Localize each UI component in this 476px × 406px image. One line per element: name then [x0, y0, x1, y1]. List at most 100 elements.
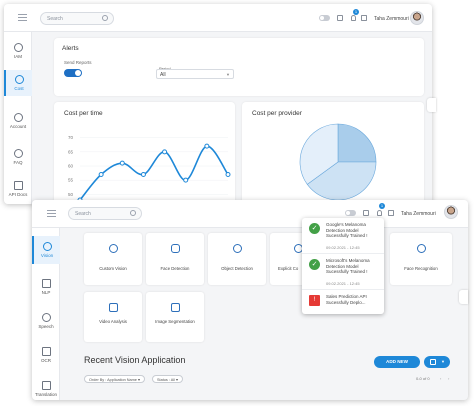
notification-item[interactable]: ✓ Microsoft's Melanoma Detection Model S…	[302, 254, 384, 290]
notification-item[interactable]: ! Sales Prediction API Sucessfully Deplo…	[302, 290, 384, 314]
order-by-filter[interactable]: Order By : Application Name ▾	[84, 375, 145, 383]
nav-cost[interactable]: Cost	[4, 70, 32, 96]
data-point	[183, 177, 189, 183]
tile-label: Video Analysis	[99, 319, 127, 324]
notification-time: 09.02.2021 - 12:45	[326, 245, 360, 250]
nav-label: OCR	[41, 358, 51, 363]
nav-label: API Docs	[8, 192, 28, 197]
tile-custom-vision[interactable]: Custom Vision	[84, 233, 142, 285]
notification-item[interactable]: ✓ Google's Melanoma Detection Model Suce…	[302, 218, 384, 254]
menu-icon[interactable]	[47, 210, 56, 217]
search-input[interactable]: Search	[40, 12, 114, 25]
tile-label: Face Recognition	[404, 266, 438, 271]
nav-speech[interactable]: Speech	[32, 310, 60, 334]
tile-video-analysis[interactable]: Video Analysis	[84, 292, 142, 342]
nav-label: IAM	[13, 54, 22, 59]
side-panel-tab[interactable]	[427, 98, 436, 112]
status-filter[interactable]: Status : All ▾	[152, 375, 183, 383]
data-point	[162, 149, 168, 155]
data-point	[98, 172, 104, 177]
eye-icon	[108, 244, 118, 253]
recent-vision-title: Recent Vision Application	[84, 355, 186, 365]
check-circle-icon: ✓	[309, 259, 320, 270]
tile-face-detection[interactable]: Face Detection	[146, 233, 204, 285]
menu-icon[interactable]	[18, 14, 27, 21]
tile-image-segmentation[interactable]: Image Segmentation	[146, 292, 204, 342]
nav-ocr[interactable]: OCR	[32, 344, 60, 368]
view-toggle-button[interactable]: ▼	[424, 356, 450, 368]
tile-label: Custom Vision	[99, 266, 127, 271]
grid-view-icon	[430, 359, 436, 365]
alerts-card: Alerts Send Reports Period All ▼	[54, 38, 424, 96]
theme-toggle[interactable]	[345, 210, 356, 216]
fullscreen-icon[interactable]	[388, 210, 394, 216]
bell-icon[interactable]	[377, 210, 382, 216]
vision-window: Search 1 Taha Zemmouri Vision NLP Speech…	[32, 200, 468, 400]
avatar[interactable]	[444, 205, 458, 219]
person-icon	[170, 244, 180, 253]
document-icon	[13, 181, 23, 190]
send-reports-label: Send Reports	[64, 60, 92, 65]
scan-icon	[41, 347, 51, 356]
refresh-icon	[232, 244, 242, 253]
search-input[interactable]: Search	[68, 207, 142, 220]
nav-translation[interactable]: Translation	[32, 378, 60, 400]
tile-face-recognition[interactable]: Face Recognition	[390, 233, 452, 285]
nav-nlp[interactable]: NLP	[32, 276, 60, 300]
cost-per-time-card: Cost per time 70 65 60 55 50	[54, 102, 235, 204]
period-select[interactable]: All ▼	[156, 69, 234, 79]
search-icon	[130, 210, 136, 216]
avatar[interactable]	[410, 11, 424, 25]
video-icon	[108, 303, 118, 312]
next-page-icon[interactable]: ›	[448, 376, 449, 381]
y-tick-label: 50	[68, 192, 74, 197]
cost-per-provider-card: Cost per provider	[242, 102, 424, 204]
user-name: Taha Zemmouri	[401, 211, 436, 217]
user-name: Taha Zemmouri	[374, 16, 409, 22]
add-new-button[interactable]: ADD NEW	[374, 356, 420, 368]
search-placeholder: Search	[47, 16, 63, 22]
notification-text: Google's Melanoma Detection Model Sucess…	[326, 222, 368, 239]
nav-iam[interactable]: IAM	[4, 40, 32, 64]
nav-vision[interactable]: Vision	[32, 236, 60, 264]
speaker-icon	[41, 313, 51, 322]
gear-icon	[13, 113, 23, 122]
side-panel-tab[interactable]	[459, 290, 468, 304]
warning-icon: !	[309, 295, 320, 306]
nav-label: Translation	[34, 392, 58, 397]
data-point	[204, 143, 210, 149]
notification-text: Sales Prediction API Sucessfully Deplo..…	[326, 294, 367, 305]
y-tick-label: 70	[68, 135, 74, 140]
theme-toggle[interactable]	[319, 15, 330, 21]
nav-label: FAQ	[13, 160, 23, 165]
cost-dashboard-window: Search 1 Taha Zemmouri IAM Cost Account …	[4, 4, 432, 204]
sidebar: IAM Cost Account FAQ API Docs	[4, 32, 32, 204]
translate-icon	[41, 381, 51, 390]
cost-per-time-chart: 70 65 60 55 50	[68, 135, 231, 203]
notifications-dropdown: ✓ Google's Melanoma Detection Model Suce…	[302, 218, 384, 314]
tile-label: Image Segmentation	[155, 319, 195, 324]
send-reports-switch[interactable]	[64, 69, 82, 77]
nav-label: Vision	[40, 253, 54, 258]
notification-badge: 1	[353, 9, 359, 15]
grid-icon[interactable]	[337, 15, 343, 21]
bell-icon[interactable]	[351, 15, 356, 21]
puzzle-icon	[170, 303, 180, 312]
face-icon	[416, 244, 426, 253]
fullscreen-icon[interactable]	[361, 15, 367, 21]
tile-object-detection[interactable]: Object Detection	[208, 233, 266, 285]
search-icon	[102, 15, 108, 21]
tile-label: Face Detection	[160, 266, 190, 271]
nav-api-docs[interactable]: API Docs	[4, 178, 32, 202]
nav-faq[interactable]: FAQ	[4, 146, 32, 170]
prev-page-icon[interactable]: ‹	[440, 376, 441, 381]
tile-label: Object Detection	[221, 266, 253, 271]
y-tick-label: 60	[68, 164, 74, 169]
data-point	[225, 172, 231, 177]
grid-icon[interactable]	[363, 210, 369, 216]
y-tick-label: 55	[68, 178, 74, 183]
nav-account[interactable]: Account	[4, 110, 32, 134]
help-icon	[13, 149, 23, 158]
top-bar: Search 1 Taha Zemmouri	[4, 4, 432, 32]
alerts-title: Alerts	[62, 45, 79, 52]
